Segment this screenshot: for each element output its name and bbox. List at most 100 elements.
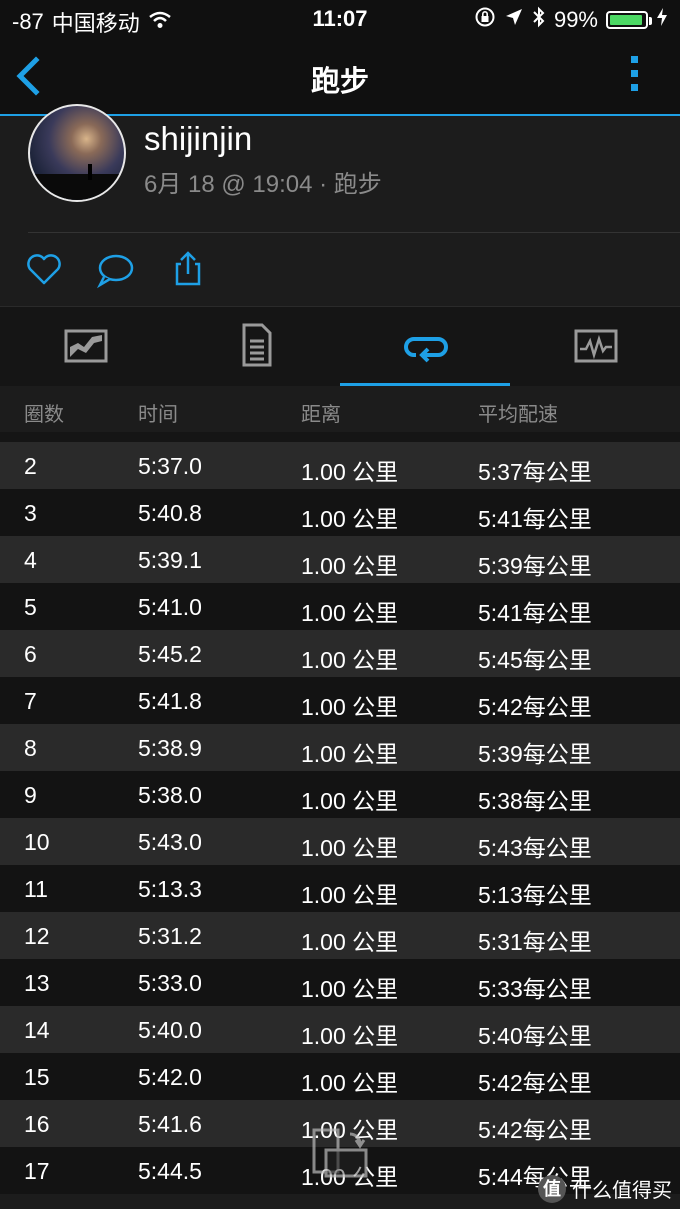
lap-pace: 5:39每公里 <box>478 553 592 579</box>
lap-number: 8 <box>24 735 37 761</box>
lap-time: 5:43.0 <box>138 829 202 855</box>
table-row[interactable]: 13 5:33.0 1.00 公里 5:33每公里 <box>0 959 680 1006</box>
avatar[interactable] <box>28 104 126 202</box>
tab-laps[interactable] <box>340 307 510 387</box>
lap-number: 4 <box>24 547 37 573</box>
lap-time: 5:38.9 <box>138 735 202 761</box>
lap-number: 13 <box>24 970 50 996</box>
comment-button[interactable] <box>96 250 136 290</box>
lap-time: 5:41.6 <box>138 1111 202 1137</box>
header-time: 时间 <box>138 404 178 426</box>
tab-overview[interactable] <box>0 307 170 387</box>
lap-pace: 5:45每公里 <box>478 647 592 673</box>
lap-number: 14 <box>24 1017 50 1043</box>
charging-icon <box>656 7 668 33</box>
lap-number: 16 <box>24 1111 50 1137</box>
watermark: 值 什么值得买 <box>538 1174 672 1203</box>
table-row[interactable]: 10 5:43.0 1.00 公里 5:43每公里 <box>0 818 680 865</box>
lap-number: 15 <box>24 1064 50 1090</box>
like-button[interactable] <box>24 250 64 290</box>
lap-number: 5 <box>24 594 37 620</box>
lap-time: 5:40.0 <box>138 1017 202 1043</box>
lap-pace: 5:42每公里 <box>478 1117 592 1143</box>
comment-icon <box>96 254 134 289</box>
watermark-text: 什么值得买 <box>572 1180 672 1202</box>
lap-distance: 1.00 公里 <box>301 835 399 861</box>
lap-number: 3 <box>24 500 37 526</box>
lap-time: 5:40.8 <box>138 500 202 526</box>
table-row[interactable]: 2 5:37.0 1.00 公里 5:37每公里 <box>0 442 680 489</box>
chart-icon <box>64 329 108 363</box>
lap-time: 5:41.8 <box>138 688 202 714</box>
lap-pace: 5:37每公里 <box>478 459 592 485</box>
header-distance: 距离 <box>301 404 341 426</box>
lap-pace: 5:41每公里 <box>478 506 592 532</box>
lap-number: 12 <box>24 923 50 949</box>
table-row[interactable]: 3 5:40.8 1.00 公里 5:41每公里 <box>0 489 680 536</box>
more-options-button[interactable] <box>628 56 640 98</box>
lap-distance: 1.00 公里 <box>301 600 399 626</box>
tab-graphs[interactable] <box>510 307 680 387</box>
table-row[interactable]: 11 5:13.3 1.00 公里 5:13每公里 <box>0 865 680 912</box>
lap-pace: 5:43每公里 <box>478 835 592 861</box>
table-row[interactable]: 7 5:41.8 1.00 公里 5:42每公里 <box>0 677 680 724</box>
page-title: 跑步 <box>310 66 369 98</box>
lap-time: 5:41.0 <box>138 594 202 620</box>
laps-table[interactable]: 2 5:37.0 1.00 公里 5:37每公里 3 5:40.8 1.00 公里 5:41… <box>0 442 680 1194</box>
lap-number: 6 <box>24 641 37 667</box>
user-name[interactable]: shijinjin <box>144 120 252 158</box>
lap-pace: 5:33每公里 <box>478 976 592 1002</box>
lap-distance: 1.00 公里 <box>301 741 399 767</box>
lap-pace: 5:40每公里 <box>478 1023 592 1049</box>
lap-distance: 1.00 公里 <box>301 1070 399 1096</box>
lap-number: 11 <box>24 876 48 902</box>
table-row[interactable]: 15 5:42.0 1.00 公里 5:42每公里 <box>0 1053 680 1100</box>
watermark-badge: 值 <box>538 1174 566 1203</box>
lap-pace: 5:42每公里 <box>478 694 592 720</box>
table-row[interactable]: 4 5:39.1 1.00 公里 5:39每公里 <box>0 536 680 583</box>
lap-pace: 5:13每公里 <box>478 882 592 908</box>
tab-details[interactable] <box>170 307 340 387</box>
status-right: 99% <box>474 6 668 34</box>
share-button[interactable] <box>168 250 208 290</box>
table-row[interactable]: 5 5:41.0 1.00 公里 5:41每公里 <box>0 583 680 630</box>
table-row[interactable]: 8 5:38.9 1.00 公里 5:39每公里 <box>0 724 680 771</box>
lap-pace: 5:42每公里 <box>478 1070 592 1096</box>
status-bar: -87 中国移动 11:07 99% <box>0 0 680 36</box>
lap-time: 5:37.0 <box>138 453 202 479</box>
table-row[interactable]: 12 5:31.2 1.00 公里 5:31每公里 <box>0 912 680 959</box>
location-arrow-icon <box>504 7 524 33</box>
lap-distance: 1.00 公里 <box>301 882 399 908</box>
lap-distance: 1.00 公里 <box>301 1023 399 1049</box>
heart-icon <box>27 254 61 285</box>
lap-pace: 5:39每公里 <box>478 741 592 767</box>
nav-bar: 跑步 <box>0 36 680 116</box>
lap-distance: 1.00 公里 <box>301 647 399 673</box>
activity-meta: 6月 18 @ 19:04 · 跑步 <box>144 171 382 198</box>
lap-number: 2 <box>24 453 37 479</box>
share-icon <box>175 251 201 286</box>
document-icon <box>242 323 272 367</box>
lap-time: 5:42.0 <box>138 1064 202 1090</box>
bluetooth-icon <box>532 6 546 34</box>
lap-distance: 1.00 公里 <box>301 506 399 532</box>
lap-number: 10 <box>24 829 50 855</box>
more-vertical-icon <box>628 56 640 91</box>
copy-floating-button[interactable] <box>312 1128 370 1180</box>
lap-number: 7 <box>24 688 37 714</box>
lap-time: 5:38.0 <box>138 782 202 808</box>
lap-time: 5:33.0 <box>138 970 202 996</box>
lap-time: 5:13.3 <box>138 876 202 902</box>
lap-time: 5:31.2 <box>138 923 202 949</box>
divider <box>28 232 680 233</box>
table-row[interactable]: 14 5:40.0 1.00 公里 5:40每公里 <box>0 1006 680 1053</box>
battery-percent: 99% <box>553 7 598 32</box>
lap-pace: 5:38每公里 <box>478 788 592 814</box>
table-spacer <box>0 432 680 442</box>
table-row[interactable]: 9 5:38.0 1.00 公里 5:38每公里 <box>0 771 680 818</box>
lap-distance: 1.00 公里 <box>301 553 399 579</box>
table-row[interactable]: 6 5:45.2 1.00 公里 5:45每公里 <box>0 630 680 677</box>
lap-time: 5:45.2 <box>138 641 202 667</box>
header-lap: 圈数 <box>24 404 64 426</box>
lap-number: 17 <box>24 1158 50 1184</box>
